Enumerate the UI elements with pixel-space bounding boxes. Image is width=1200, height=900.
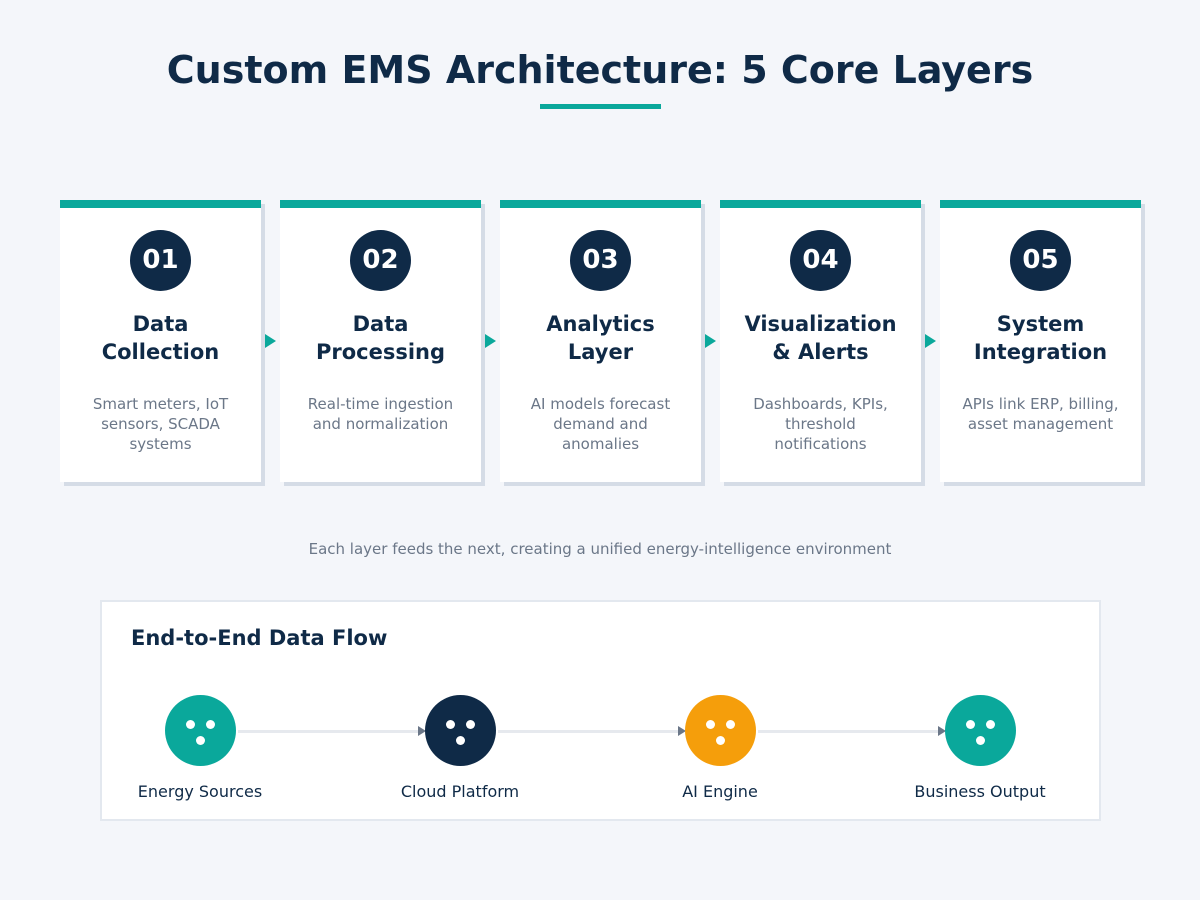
flow-connector: [238, 730, 420, 733]
node-icon: [425, 695, 496, 766]
layer-card-4: 04 Visualization & Alerts Dashboards, KP…: [720, 200, 921, 482]
layers-caption: Each layer feeds the next, creating a un…: [308, 540, 892, 558]
layer-description: Real-time ingestion and normalization: [307, 395, 454, 433]
layer-description: APIs link ERP, billing, asset management: [962, 395, 1119, 433]
layer-card-3: 03 Analytics Layer AI models forecast de…: [500, 200, 701, 482]
layer-description: AI models forecast demand and anomalies: [530, 395, 671, 453]
node-icon: [945, 695, 1016, 766]
data-flow-title: End-to-End Data Flow: [131, 626, 388, 650]
arrow-right-icon: [485, 334, 496, 348]
layer-card-1: 01 Data Collection Smart meters, IoT sen…: [60, 200, 261, 482]
layer-number-badge: 03: [570, 230, 631, 291]
node-label: Business Output: [914, 782, 1046, 801]
layer-title: Analytics Layer: [546, 312, 655, 364]
arrow-right-icon: [705, 334, 716, 348]
layer-title: System Integration: [973, 312, 1108, 364]
layer-title: Data Processing: [315, 312, 446, 364]
layer-title: Visualization & Alerts: [744, 312, 897, 364]
arrow-right-icon: [265, 334, 276, 348]
data-flow-panel: End-to-End Data Flow Energy Sources Clou…: [100, 600, 1101, 821]
title-underline: [540, 104, 661, 109]
page-title: Custom EMS Architecture: 5 Core Layers: [166, 48, 1034, 92]
layer-card-2: 02 Data Processing Real-time ingestion a…: [280, 200, 481, 482]
layer-title: Data Collection: [101, 312, 220, 364]
node-label: Energy Sources: [137, 782, 263, 801]
node-icon: [165, 695, 236, 766]
flow-connector: [498, 730, 680, 733]
node-label: AI Engine: [682, 782, 758, 801]
layer-number-badge: 05: [1010, 230, 1071, 291]
node-icon: [685, 695, 756, 766]
arrow-right-icon: [925, 334, 936, 348]
layer-number-badge: 04: [790, 230, 851, 291]
layer-description: Dashboards, KPIs, threshold notification…: [753, 395, 888, 453]
layers-row: 01 Data Collection Smart meters, IoT sen…: [60, 200, 1150, 490]
layer-card-5: 05 System Integration APIs link ERP, bil…: [940, 200, 1141, 482]
node-label: Cloud Platform: [400, 782, 520, 801]
flow-connector: [758, 730, 940, 733]
layer-number-badge: 02: [350, 230, 411, 291]
layer-number-badge: 01: [130, 230, 191, 291]
layer-description: Smart meters, IoT sensors, SCADA systems: [92, 395, 229, 453]
